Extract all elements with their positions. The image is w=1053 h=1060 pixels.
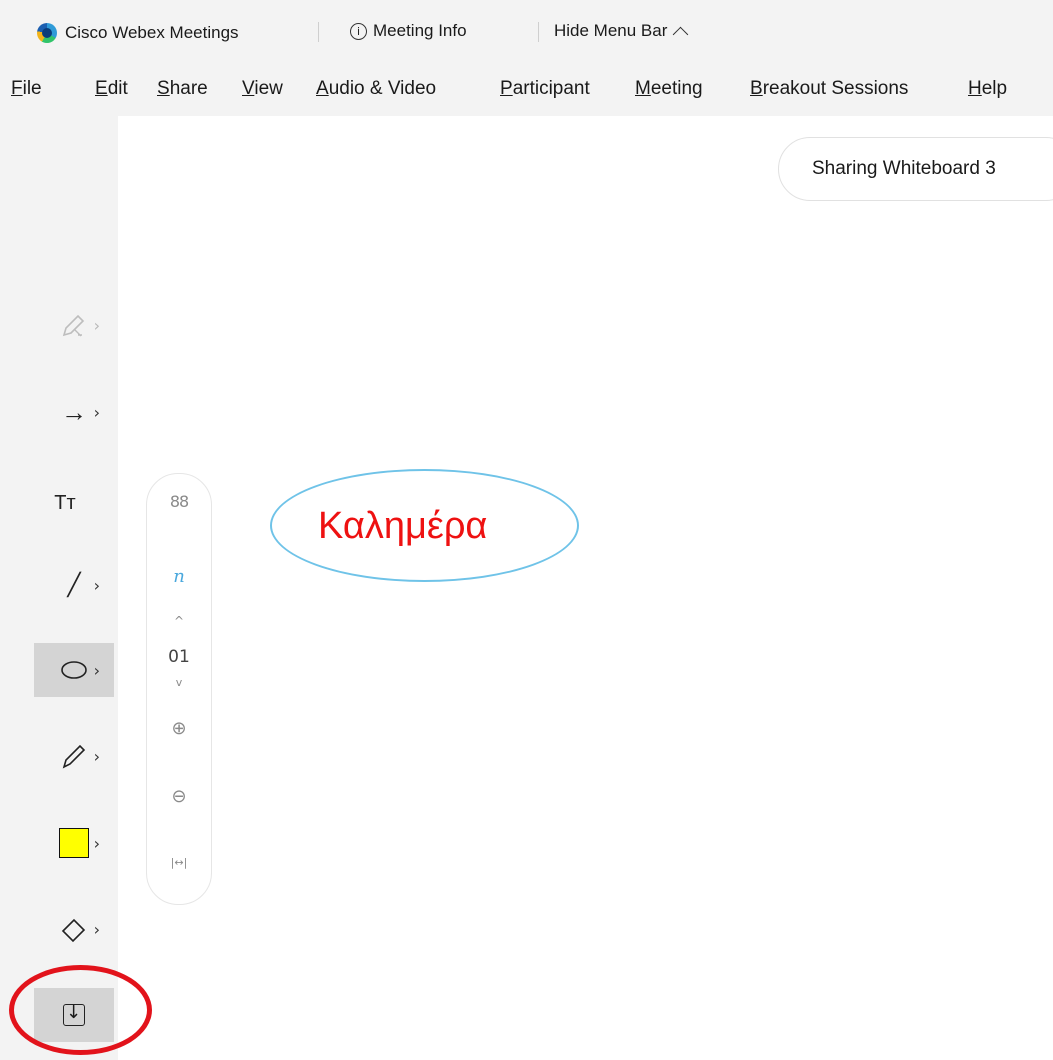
text-tool[interactable]: Tт — [34, 476, 114, 530]
text-icon: Tт — [54, 492, 76, 514]
hide-menu-label: Hide Menu Bar — [554, 21, 668, 40]
menu-audio-video-accel: A — [316, 78, 329, 99]
menu-help-label: elp — [981, 78, 1008, 99]
info-icon: i — [350, 22, 367, 40]
highlight-circle — [9, 965, 152, 1055]
line-tool[interactable]: ╱ › — [34, 558, 114, 612]
title-divider — [318, 22, 319, 42]
chevron-right-icon: › — [93, 920, 100, 939]
menu-audio-video[interactable]: Audio & Video — [316, 78, 436, 100]
pen-tool-disabled: › — [34, 298, 114, 352]
meeting-info-label: Meeting Info — [373, 21, 467, 40]
caret-up-icon — [673, 26, 689, 42]
app-name: Cisco Webex Meetings — [65, 23, 239, 42]
zoom-in-icon[interactable]: ⊕ — [147, 718, 211, 739]
color-swatch-yellow — [59, 828, 89, 858]
menu-share-label: hare — [169, 78, 208, 99]
menu-edit-label: dit — [107, 78, 128, 99]
chevron-right-icon: › — [93, 834, 100, 853]
menu-file-label: ile — [22, 78, 42, 99]
arrow-tool[interactable]: → › — [34, 385, 114, 439]
eraser-icon — [61, 918, 86, 943]
chevron-right-icon: › — [93, 576, 100, 595]
annotation-text: Καλημέρα — [318, 505, 488, 547]
menu-view-label: iew — [254, 78, 283, 99]
eraser-tool[interactable]: › — [34, 902, 114, 956]
color-picker[interactable]: › — [34, 816, 114, 870]
menu-file[interactable]: File — [11, 78, 42, 100]
menu-share-accel: S — [157, 78, 170, 99]
menu-share[interactable]: Share — [157, 78, 208, 100]
menu-view[interactable]: View — [242, 78, 283, 100]
ellipse-icon — [61, 661, 87, 679]
pencil-tool[interactable]: › — [34, 729, 114, 783]
page-number: 01 — [168, 647, 190, 667]
menu-edit-accel: E — [95, 78, 108, 99]
meeting-info-button[interactable]: i Meeting Info — [350, 21, 467, 41]
menu-help-accel: H — [968, 78, 982, 99]
menu-file-accel: F — [11, 78, 23, 99]
page-up-icon[interactable]: ^ — [147, 614, 211, 628]
menu-participant-accel: P — [500, 78, 513, 99]
ink-icon[interactable]: n — [147, 566, 211, 587]
menu-breakout-accel: B — [750, 78, 763, 99]
menu-participant[interactable]: Participant — [500, 78, 590, 100]
thumbnails-grid-icon[interactable]: 88 — [147, 492, 211, 511]
menu-edit[interactable]: Edit — [95, 78, 128, 100]
menu-meeting-label: eeting — [650, 78, 703, 99]
app-title: Cisco Webex Meetings — [37, 21, 239, 45]
title-bar: Cisco Webex Meetings i Meeting Info Hide… — [0, 0, 1053, 64]
sharing-label: Sharing Whiteboard 3 — [812, 158, 996, 179]
title-divider — [538, 22, 539, 42]
pen-disabled-icon — [62, 314, 85, 337]
menu-breakout-sessions[interactable]: Breakout Sessions — [750, 78, 908, 100]
line-icon: ╱ — [67, 572, 81, 597]
menu-help[interactable]: Help — [968, 78, 1007, 100]
menu-view-accel: V — [242, 78, 255, 99]
zoom-out-icon[interactable]: ⊖ — [147, 786, 211, 807]
page-navigator: 88 n ^ 01 v ⊕ ⊖ |↔| — [146, 473, 212, 905]
webex-logo-icon — [37, 23, 57, 43]
chevron-right-icon: › — [93, 661, 100, 680]
chevron-right-icon: › — [93, 747, 100, 766]
menu-meeting[interactable]: Meeting — [635, 78, 703, 100]
arrow-icon: → — [61, 397, 87, 427]
shape-tool-ellipse[interactable]: › — [34, 643, 114, 697]
fit-width-icon[interactable]: |↔| — [147, 856, 211, 869]
menu-audio-video-label: udio & Video — [328, 78, 437, 99]
page-down-icon[interactable]: v — [147, 676, 211, 689]
menu-participant-label: articipant — [512, 78, 590, 99]
menu-breakout-label: reakout Sessions — [762, 78, 909, 99]
chevron-right-icon: › — [93, 316, 100, 335]
menu-meeting-accel: M — [635, 78, 651, 99]
sharing-indicator[interactable]: Sharing Whiteboard 3 — [778, 137, 1053, 201]
chevron-right-icon: › — [93, 403, 100, 422]
hide-menu-bar-button[interactable]: Hide Menu Bar — [554, 21, 689, 42]
menu-bar: File Edit Share View Audio & Video Parti… — [0, 64, 1053, 116]
pencil-icon — [62, 744, 86, 769]
